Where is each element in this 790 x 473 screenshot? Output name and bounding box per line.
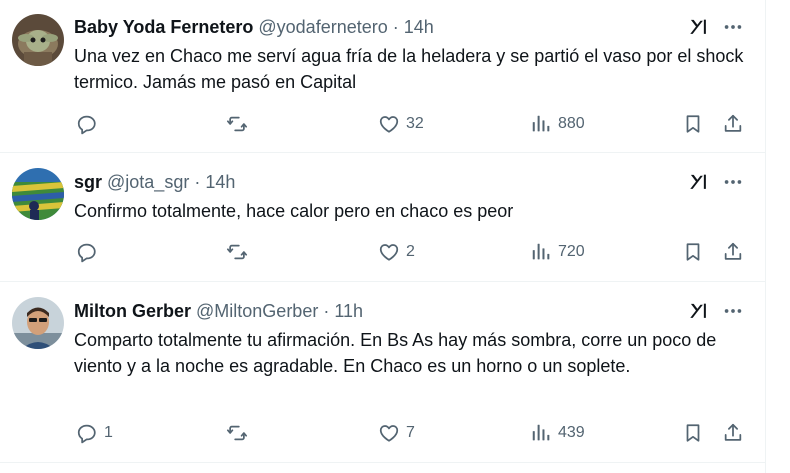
tweet-header: Baby Yoda Fernetero @yodafernetero · 14h <box>74 15 434 39</box>
author-handle[interactable]: @yodafernetero <box>258 17 387 38</box>
repost-button[interactable] <box>226 239 254 265</box>
author-handle[interactable]: @MiltonGerber <box>196 301 318 322</box>
reply-icon <box>77 115 96 135</box>
reply-icon <box>77 243 96 263</box>
views-icon <box>532 243 550 260</box>
tweet[interactable]: Milton Gerber @MiltonGerber · 11h Compar… <box>0 282 765 463</box>
author-name[interactable]: sgr <box>74 172 102 193</box>
bookmark-icon <box>686 115 700 133</box>
bookmark-button[interactable] <box>682 239 704 265</box>
reply-button[interactable] <box>76 111 104 137</box>
share-icon <box>724 242 742 260</box>
tweet-header: Milton Gerber @MiltonGerber · 11h <box>74 299 363 323</box>
author-handle[interactable]: @jota_sgr <box>107 172 189 193</box>
more-icon[interactable] <box>722 171 744 193</box>
bookmark-icon <box>686 243 700 261</box>
grok-icon[interactable] <box>688 300 710 322</box>
repost-button[interactable] <box>226 420 254 446</box>
separator: · <box>323 300 330 321</box>
author-name[interactable]: Baby Yoda Fernetero <box>74 17 253 38</box>
views-icon <box>532 424 550 441</box>
more-icon[interactable] <box>722 16 744 38</box>
tweet-text: Una vez en Chaco me serví agua fría de l… <box>74 46 744 92</box>
share-button[interactable] <box>722 420 744 446</box>
like-count: 2 <box>406 243 415 260</box>
grok-icon[interactable] <box>688 171 710 193</box>
heart-icon <box>379 425 399 442</box>
like-button[interactable]: 2 <box>378 239 415 265</box>
view-count: 880 <box>558 115 585 132</box>
tweet[interactable]: Baby Yoda Fernetero @yodafernetero · 14h… <box>0 0 765 153</box>
reply-button[interactable] <box>76 239 104 265</box>
avatar[interactable] <box>12 297 64 349</box>
timestamp[interactable]: 14h <box>404 17 434 38</box>
tweet-text: Comparto totalmente tu afirmación. En Bs… <box>74 330 717 376</box>
share-icon <box>724 423 742 441</box>
more-icon[interactable] <box>722 300 744 322</box>
views-button[interactable]: 720 <box>530 239 585 265</box>
separator: · <box>194 171 201 192</box>
repost-icon <box>226 244 248 260</box>
share-button[interactable] <box>722 239 744 265</box>
tweet[interactable]: sgr @jota_sgr · 14h Confirmo totalmente,… <box>0 153 765 282</box>
timestamp[interactable]: 14h <box>205 172 235 193</box>
heart-icon <box>379 116 399 133</box>
repost-icon <box>226 425 248 441</box>
like-button[interactable]: 7 <box>378 420 415 446</box>
share-icon <box>724 114 742 132</box>
timestamp[interactable]: 11h <box>334 301 363 322</box>
tweet-text: Confirmo totalmente, hace calor pero en … <box>74 201 514 221</box>
action-bar: 2 720 <box>74 239 754 265</box>
bookmark-button[interactable] <box>682 111 704 137</box>
reply-button[interactable]: 1 <box>76 420 113 446</box>
grok-icon[interactable] <box>688 16 710 38</box>
reply-count: 1 <box>104 424 113 441</box>
like-count: 7 <box>406 424 415 441</box>
separator: · <box>392 16 399 37</box>
reply-icon <box>77 424 96 444</box>
bookmark-button[interactable] <box>682 420 704 446</box>
views-button[interactable]: 439 <box>530 420 585 446</box>
like-button[interactable]: 32 <box>378 111 424 137</box>
view-count: 439 <box>558 424 585 441</box>
action-bar: 32 880 <box>74 111 754 137</box>
avatar[interactable] <box>12 14 64 66</box>
view-count: 720 <box>558 243 585 260</box>
views-icon <box>532 115 550 132</box>
action-bar: 1 7 439 <box>74 420 754 446</box>
author-name[interactable]: Milton Gerber <box>74 301 191 322</box>
bookmark-icon <box>686 424 700 442</box>
avatar[interactable] <box>12 168 64 220</box>
views-button[interactable]: 880 <box>530 111 585 137</box>
repost-button[interactable] <box>226 111 254 137</box>
like-count: 32 <box>406 115 424 132</box>
share-button[interactable] <box>722 111 744 137</box>
heart-icon <box>379 244 399 261</box>
repost-icon <box>226 116 248 132</box>
reply-feed: Baby Yoda Fernetero @yodafernetero · 14h… <box>0 0 766 473</box>
tweet-header: sgr @jota_sgr · 14h <box>74 170 235 194</box>
